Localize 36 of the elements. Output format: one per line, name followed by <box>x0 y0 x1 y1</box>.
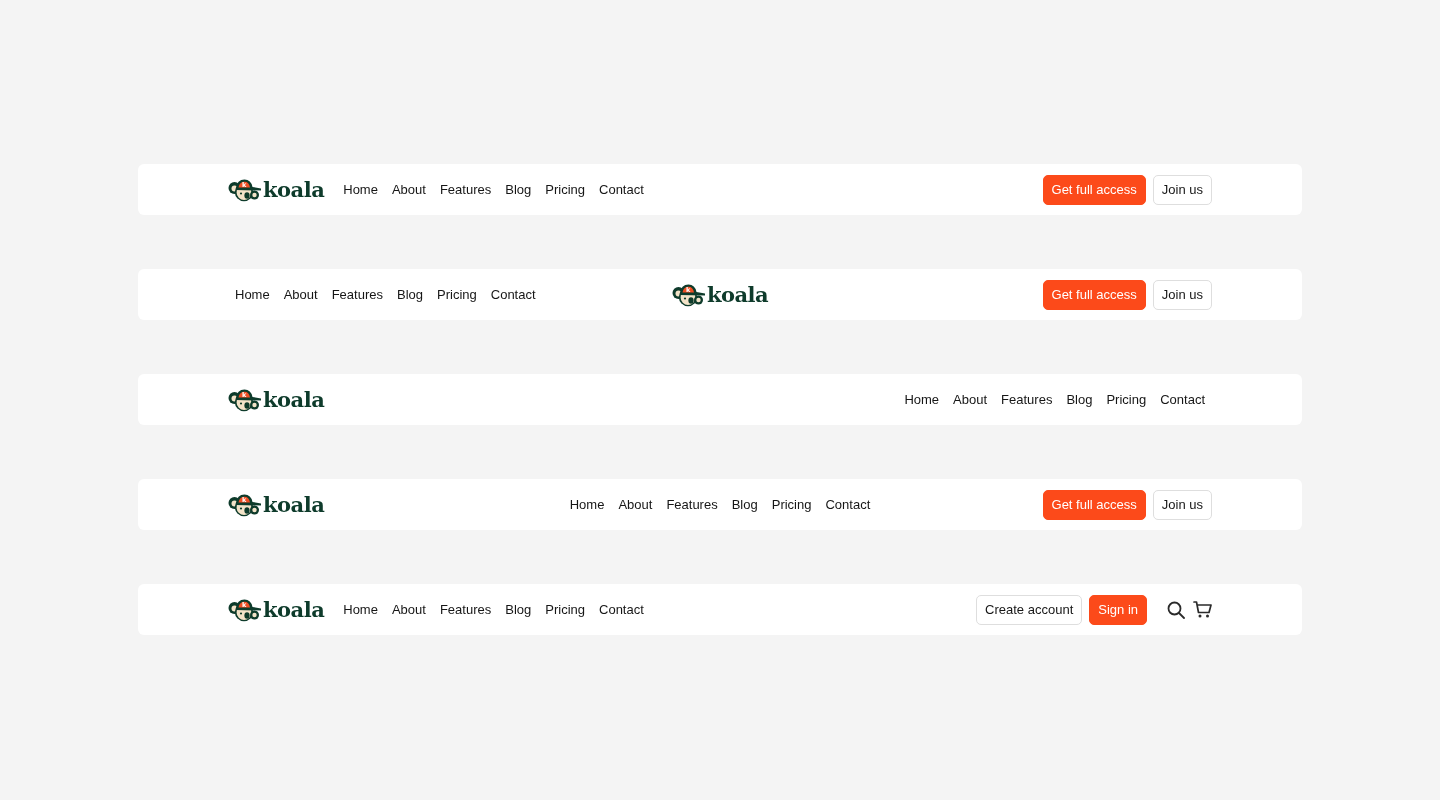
nav-link[interactable]: About <box>618 496 653 513</box>
nav-link[interactable]: Home <box>235 286 270 303</box>
nav-link[interactable]: Pricing <box>771 496 812 513</box>
nav-link[interactable]: Contact <box>1160 391 1205 408</box>
nav-link[interactable]: Home <box>904 391 940 408</box>
nav-link[interactable]: Contact <box>599 181 644 198</box>
nav-link[interactable]: Contact <box>825 496 871 513</box>
nav-link[interactable]: About <box>391 181 426 198</box>
nav-link[interactable]: Home <box>343 601 378 618</box>
secondary-button[interactable]: Join us <box>1152 489 1212 520</box>
nav-link[interactable]: Contact <box>599 601 644 618</box>
secondary-button[interactable]: Join us <box>1152 174 1212 205</box>
nav-link[interactable]: Features <box>1001 391 1053 408</box>
nav-link[interactable]: Pricing <box>1106 391 1147 408</box>
nav-link[interactable]: Features <box>439 601 492 618</box>
search-icon[interactable] <box>1167 600 1185 619</box>
nav-link[interactable]: Features <box>331 286 383 303</box>
nav-link[interactable]: Contact <box>490 286 536 303</box>
nav-link[interactable]: About <box>283 286 318 303</box>
nav-link[interactable]: Home <box>343 181 378 198</box>
nav-link[interactable]: Blog <box>505 601 532 618</box>
nav-link[interactable]: Pricing <box>545 181 585 198</box>
nav-link[interactable]: Blog <box>397 286 423 303</box>
nav-link[interactable]: Blog <box>505 181 532 198</box>
nav-link[interactable]: Home <box>569 496 605 513</box>
nav-link[interactable]: Blog <box>1066 391 1093 408</box>
nav-link[interactable]: About <box>953 391 988 408</box>
nav-link[interactable]: Pricing <box>545 601 585 618</box>
nav-link[interactable]: About <box>391 601 426 618</box>
nav-link[interactable]: Pricing <box>437 286 477 303</box>
secondary-button[interactable]: Join us <box>1152 279 1212 310</box>
nav-link[interactable]: Features <box>666 496 718 513</box>
secondary-button[interactable]: Create account <box>976 594 1083 625</box>
cart-icon[interactable] <box>1193 601 1212 618</box>
nav-link[interactable]: Features <box>439 181 492 198</box>
nav-link[interactable]: Blog <box>731 496 758 513</box>
